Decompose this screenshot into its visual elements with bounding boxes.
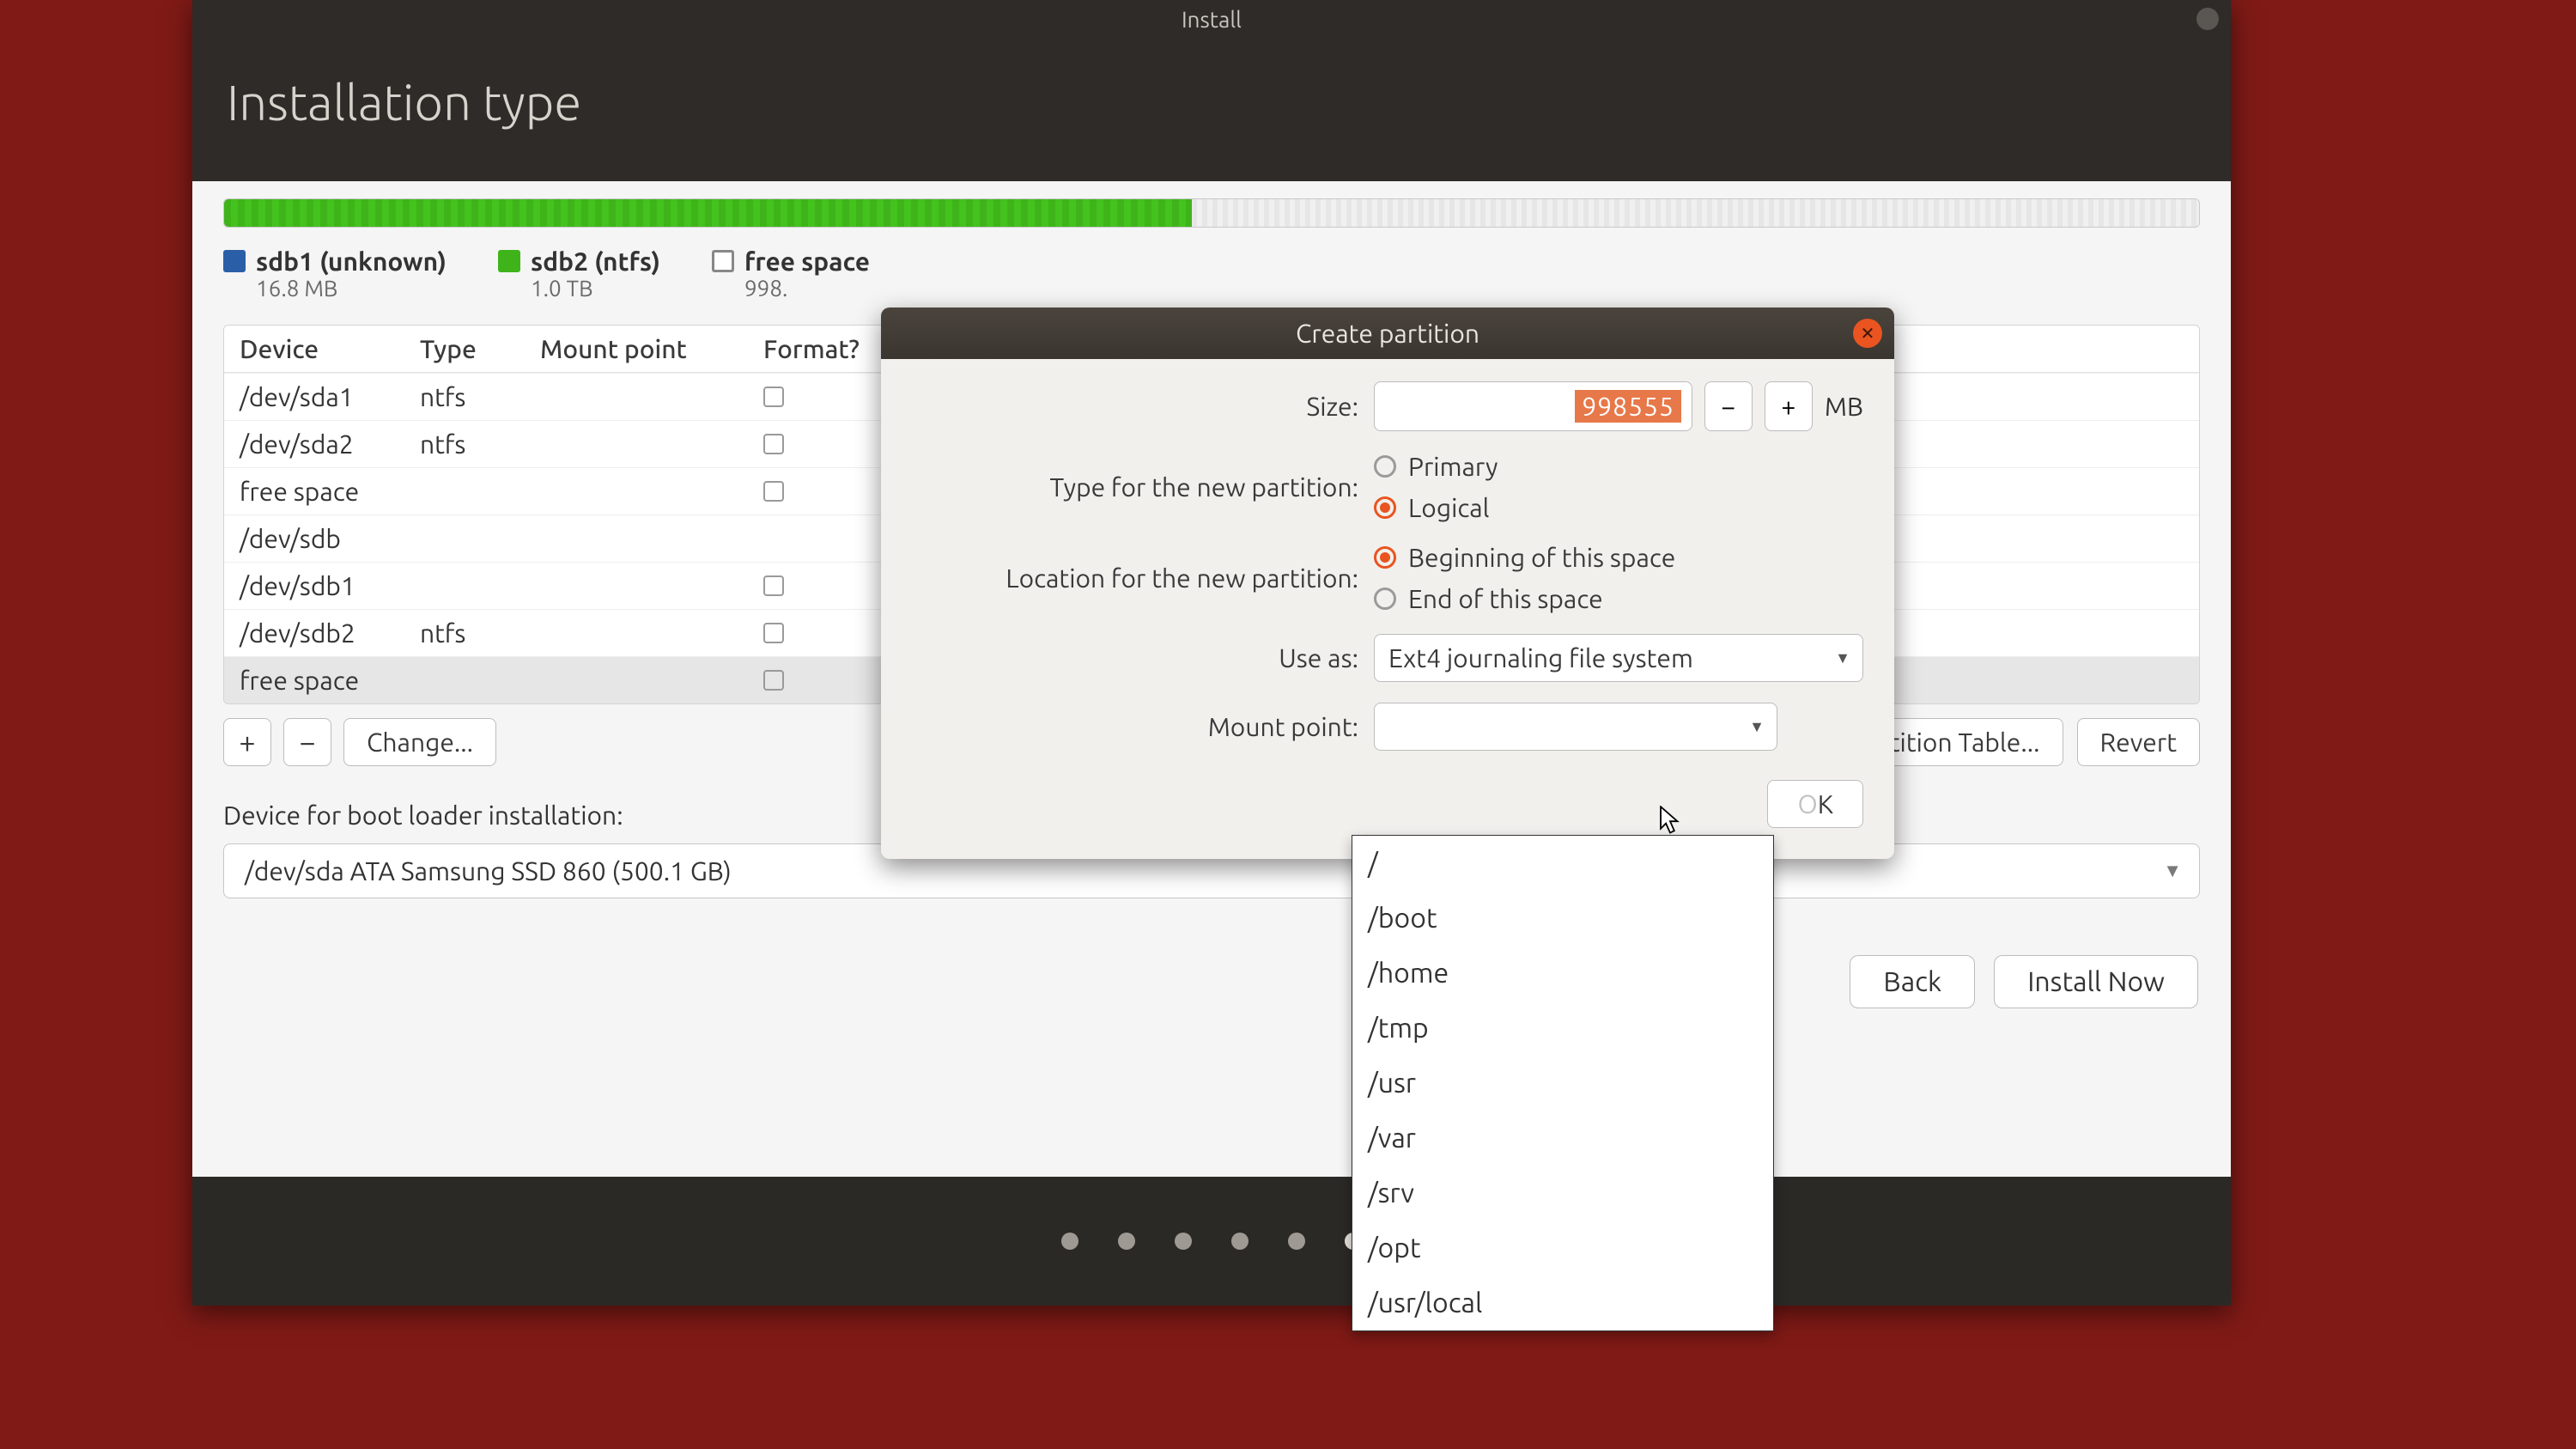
create-partition-dialog: Create partition ✕ Size: 998555 − + MB T… [881,307,1894,859]
col-device[interactable]: Device [240,334,420,363]
pager-dot[interactable] [1288,1233,1305,1250]
mount-point-dropdown: / /boot /home /tmp /usr /var /srv /opt /… [1352,835,1774,1331]
mount-option[interactable]: /boot [1352,891,1773,946]
pager-dots [192,1177,2231,1306]
format-checkbox[interactable] [763,434,784,454]
legend-color-icon [712,250,734,272]
pager-dot[interactable] [1061,1233,1078,1250]
radio-location-end[interactable]: End of this space [1374,584,1863,613]
size-value: 998555 [1575,390,1681,423]
change-partition-button[interactable]: Change... [343,718,496,766]
size-unit: MB [1825,392,1863,421]
revert-button[interactable]: Revert [2077,718,2201,766]
size-decrement-button[interactable]: − [1704,381,1753,431]
chevron-down-icon: ▼ [2163,860,2182,882]
legend-size: 1.0 TB [531,276,660,301]
legend-color-icon [223,250,246,272]
mount-option[interactable]: /tmp [1352,1001,1773,1056]
chevron-down-icon: ▼ [1835,649,1850,667]
mount-option[interactable]: /usr [1352,1056,1773,1111]
radio-primary[interactable]: Primary [1374,452,1863,481]
size-increment-button[interactable]: + [1765,381,1813,431]
legend-sdb1[interactable]: sdb1 (unknown) 16.8 MB [223,247,447,301]
disk-usage-fill [224,199,1192,227]
format-checkbox[interactable] [763,623,784,643]
legend-free[interactable]: free space 998. [712,247,870,301]
window-title: Install [1182,7,1242,32]
titlebar: Install [192,0,2231,38]
format-checkbox[interactable] [763,575,784,596]
use-as-value: Ext4 journaling file system [1388,643,1693,673]
dialog-title: Create partition [1296,319,1479,348]
legend-color-icon [498,250,520,272]
install-now-button[interactable]: Install Now [1994,955,2198,1008]
mount-point-label: Mount point: [912,712,1358,741]
window-close-icon[interactable] [2196,8,2219,30]
back-button[interactable]: Back [1850,955,1975,1008]
use-as-select[interactable]: Ext4 journaling file system ▼ [1374,634,1863,682]
radio-logical[interactable]: Logical [1374,493,1863,522]
ok-button[interactable]: OK [1767,780,1863,828]
pager-dot[interactable] [1175,1233,1192,1250]
dialog-titlebar: Create partition ✕ [881,307,1894,359]
partition-location-label: Location for the new partition: [912,563,1358,593]
col-type[interactable]: Type [420,334,540,363]
legend-label: sdb1 (unknown) [256,247,447,276]
use-as-label: Use as: [912,643,1358,673]
disk-usage-empty [1192,199,2199,227]
page-title: Installation type [192,38,2231,181]
legend-size: 998. [744,276,870,301]
pager-dot[interactable] [1231,1233,1249,1250]
size-label: Size: [912,392,1358,421]
format-checkbox[interactable] [763,481,784,502]
mount-option[interactable]: /var [1352,1111,1773,1166]
format-checkbox[interactable] [763,670,784,691]
size-input[interactable]: 998555 [1374,381,1692,431]
close-icon[interactable]: ✕ [1853,319,1882,348]
add-partition-button[interactable]: + [223,718,271,766]
mount-point-select[interactable]: ▼ [1374,703,1777,751]
mount-option[interactable]: / [1352,836,1773,891]
nav-buttons: Quit Back Install Now [223,955,2200,1008]
mount-option[interactable]: /home [1352,946,1773,1001]
format-checkbox[interactable] [763,387,784,407]
pager-dot[interactable] [1118,1233,1135,1250]
bootloader-value: /dev/sda ATA Samsung SSD 860 (500.1 GB) [245,856,732,886]
mount-option[interactable]: /opt [1352,1221,1773,1275]
legend-sdb2[interactable]: sdb2 (ntfs) 1.0 TB [498,247,660,301]
mount-option[interactable]: /srv [1352,1166,1773,1221]
chevron-down-icon: ▼ [1749,718,1765,736]
legend-label: free space [744,247,870,276]
legend-size: 16.8 MB [256,276,447,301]
partition-legend: sdb1 (unknown) 16.8 MB sdb2 (ntfs) 1.0 T… [223,247,2200,301]
partition-type-label: Type for the new partition: [912,472,1358,502]
mount-option[interactable]: /usr/local [1352,1275,1773,1330]
legend-label: sdb2 (ntfs) [531,247,660,276]
radio-location-begin[interactable]: Beginning of this space [1374,543,1863,572]
col-mount[interactable]: Mount point [540,334,763,363]
remove-partition-button[interactable]: − [283,718,331,766]
disk-usage-bar [223,198,2200,228]
